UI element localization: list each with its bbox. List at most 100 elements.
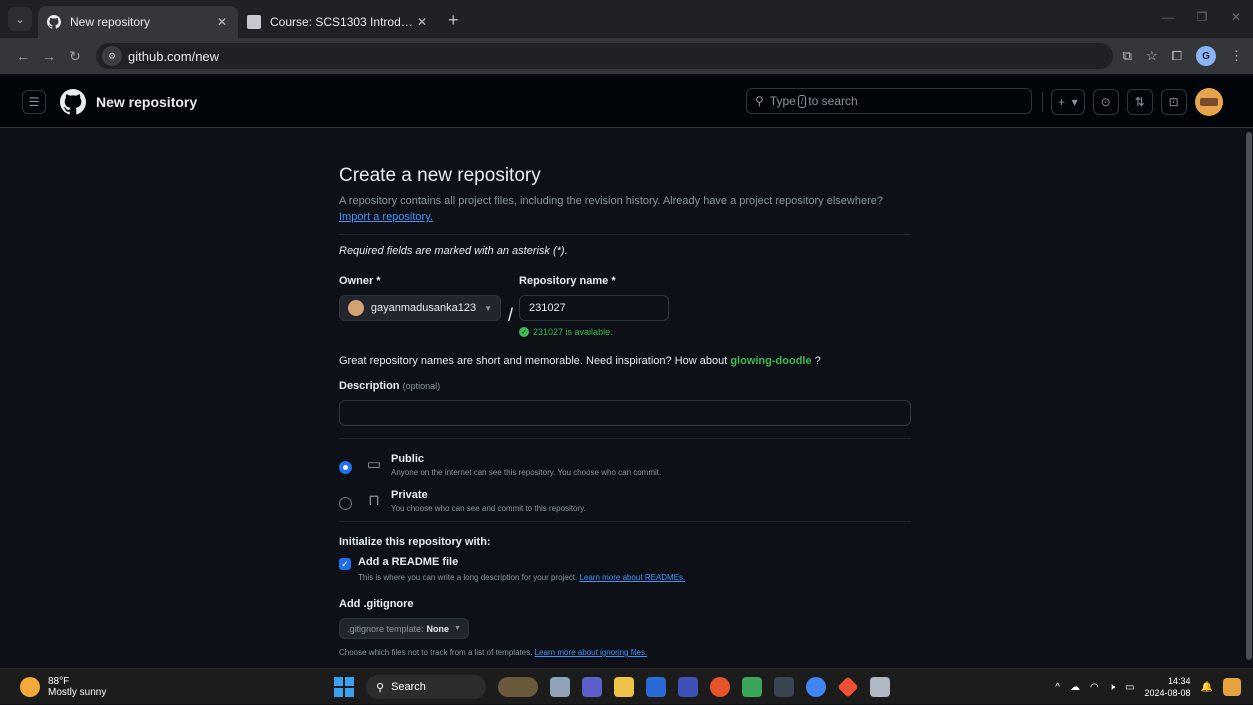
wifi-icon[interactable]: ◠ [1090, 682, 1099, 693]
tab-search-icon[interactable]: ⌄ [8, 7, 32, 31]
readme-option[interactable]: ✓ Add a README file [339, 556, 911, 570]
inbox-icon[interactable]: ⊡ [1160, 89, 1187, 115]
description-input[interactable] [339, 400, 911, 426]
search-suffix: to search [808, 94, 858, 108]
browser-menu-icon[interactable]: ⋮ [1230, 48, 1243, 64]
weather-desc: Mostly sunny [48, 687, 107, 698]
lead-text: A repository contains all project files,… [339, 195, 883, 207]
private-radio[interactable] [339, 497, 352, 510]
readme-checkbox[interactable]: ✓ [339, 558, 351, 570]
tab-title: Course: SCS1303 Introduction t [270, 15, 414, 29]
owner-dropdown[interactable]: gayanmadusanka123 ▼ [339, 295, 501, 321]
search-prefix: Type [769, 94, 796, 108]
tab-new-repository[interactable]: New repository ✕ [38, 6, 238, 38]
search-shortcut-key: / [797, 94, 807, 108]
readme-sub-text: This is where you can write a long descr… [358, 573, 578, 582]
opera-icon[interactable] [710, 677, 730, 697]
required-note: Required fields are marked with an aster… [339, 245, 568, 257]
readme-learn-more-link[interactable]: Learn more about READMEs. [579, 573, 685, 582]
gitignore-description: Choose which files not to track from a l… [339, 648, 911, 657]
description-label: Description (optional) [339, 380, 911, 392]
hamburger-menu-icon[interactable]: ☰ [22, 89, 46, 114]
check-circle-icon: ✓ [519, 327, 530, 337]
tab-course[interactable]: Course: SCS1303 Introduction t ✕ [238, 6, 438, 38]
extensions-icon[interactable]: ⧠ [1172, 48, 1182, 64]
minimize-icon[interactable]: — [1151, 0, 1185, 34]
app-icon[interactable] [678, 677, 698, 697]
app-icon[interactable] [742, 677, 762, 697]
name-inspiration: Great repository names are short and mem… [339, 355, 911, 367]
tab-close-icon[interactable]: ✕ [414, 14, 430, 30]
taskbar-apps: ⚲ Search [334, 675, 890, 699]
clock-time: 14:34 [1168, 676, 1191, 686]
bookmark-star-icon[interactable]: ☆ [1146, 48, 1158, 64]
back-icon[interactable]: ← [10, 48, 36, 64]
clock[interactable]: 14:34 2024-08-08 [1145, 675, 1191, 699]
visibility-private[interactable]: ⊓ Private You choose who can see and com… [339, 489, 911, 513]
suggested-name-link[interactable]: glowing-doodle [730, 355, 811, 367]
restore-icon[interactable]: ❐ [1185, 0, 1219, 34]
widgets-icon[interactable] [498, 677, 538, 697]
app-icon[interactable] [870, 677, 890, 697]
site-info-icon[interactable]: ⚙ [102, 46, 122, 66]
create-new-button[interactable]: + ▾ [1051, 89, 1085, 115]
availability-text: 231027 is available. [533, 327, 613, 337]
import-repo-link[interactable]: Import a repository. [339, 211, 433, 223]
weather-widget[interactable]: 88°F Mostly sunny [20, 676, 106, 698]
notification-bell-icon[interactable]: 🔔 [1201, 682, 1213, 693]
page-title: New repository [96, 93, 198, 110]
chevron-down-icon: ▼ [484, 303, 492, 313]
repo-name-value: 231027 [529, 302, 566, 314]
scrollbar-thumb[interactable] [1246, 132, 1252, 660]
tab-close-icon[interactable]: ✕ [214, 14, 230, 30]
github-header: ☰ New repository ⚲ Type / to search + ▾ … [0, 76, 1253, 128]
file-explorer-icon[interactable] [614, 677, 634, 697]
toolbar-right: ⧉ ☆ ⧠ G ⋮ [1123, 46, 1243, 66]
gitignore-template-dropdown[interactable]: .gitignore template: None ▼ [339, 618, 469, 639]
github-logo-icon[interactable] [60, 88, 86, 115]
new-repo-form: Create a new repository A repository con… [339, 165, 911, 657]
taskbar-search-label: Search [391, 681, 426, 693]
app-icon[interactable] [1223, 678, 1241, 696]
issues-icon[interactable]: ⊙ [1092, 89, 1119, 115]
terminal-icon[interactable] [774, 677, 794, 697]
search-icon: ⚲ [376, 681, 385, 694]
owner-repo-separator: / [508, 305, 514, 325]
forward-icon[interactable]: → [36, 48, 62, 64]
windows-start-icon[interactable] [334, 677, 354, 697]
repo-name-input[interactable]: 231027 [519, 295, 670, 321]
chrome-icon[interactable] [806, 677, 826, 697]
repo-name-label: Repository name * [519, 275, 616, 287]
private-title: Private [391, 489, 428, 501]
description-optional: (optional) [402, 381, 441, 391]
public-radio[interactable] [339, 461, 352, 474]
tray-overflow-icon[interactable]: ^ [1055, 682, 1060, 693]
new-tab-icon[interactable]: + [448, 10, 468, 31]
owner-repo-row: Owner * gayanmadusanka123 ▼ / Repository… [339, 275, 911, 337]
profile-avatar[interactable]: G [1196, 46, 1216, 66]
private-description: You choose who can see and commit to thi… [391, 504, 586, 513]
volume-muted-icon[interactable]: 🕨 [1109, 682, 1115, 693]
url-field[interactable]: ⚙ github.com/new [96, 43, 1113, 69]
search-input[interactable]: ⚲ Type / to search [746, 88, 1032, 114]
store-icon[interactable] [646, 677, 666, 697]
reload-icon[interactable]: ↻ [62, 48, 88, 65]
gitignore-learn-more-link[interactable]: Learn more about ignoring files. [535, 648, 648, 657]
git-icon[interactable] [837, 676, 859, 698]
task-view-icon[interactable] [550, 677, 570, 697]
windows-taskbar: 88°F Mostly sunny ⚲ Search ^ ☁ ◠ 🕨 ▭ 14:… [0, 668, 1253, 704]
teams-icon[interactable] [582, 677, 602, 697]
cast-icon[interactable]: ⧉ [1123, 48, 1132, 64]
pull-requests-icon[interactable]: ⇅ [1126, 89, 1153, 115]
close-window-icon[interactable]: ✕ [1219, 0, 1253, 34]
repo-icon: ▭ [366, 456, 382, 473]
visibility-public[interactable]: ▭ Public Anyone on the internet can see … [339, 453, 911, 477]
system-tray: ^ ☁ ◠ 🕨 ▭ 14:34 2024-08-08 🔔 [1055, 669, 1253, 705]
owner-group: Owner * gayanmadusanka123 ▼ [339, 275, 501, 337]
onedrive-icon[interactable]: ☁ [1070, 682, 1080, 693]
init-label: Initialize this repository with: [339, 536, 491, 548]
battery-icon[interactable]: ▭ [1125, 682, 1134, 693]
user-avatar[interactable] [1194, 88, 1223, 116]
weather-sun-icon [20, 677, 40, 697]
taskbar-search[interactable]: ⚲ Search [366, 675, 486, 699]
